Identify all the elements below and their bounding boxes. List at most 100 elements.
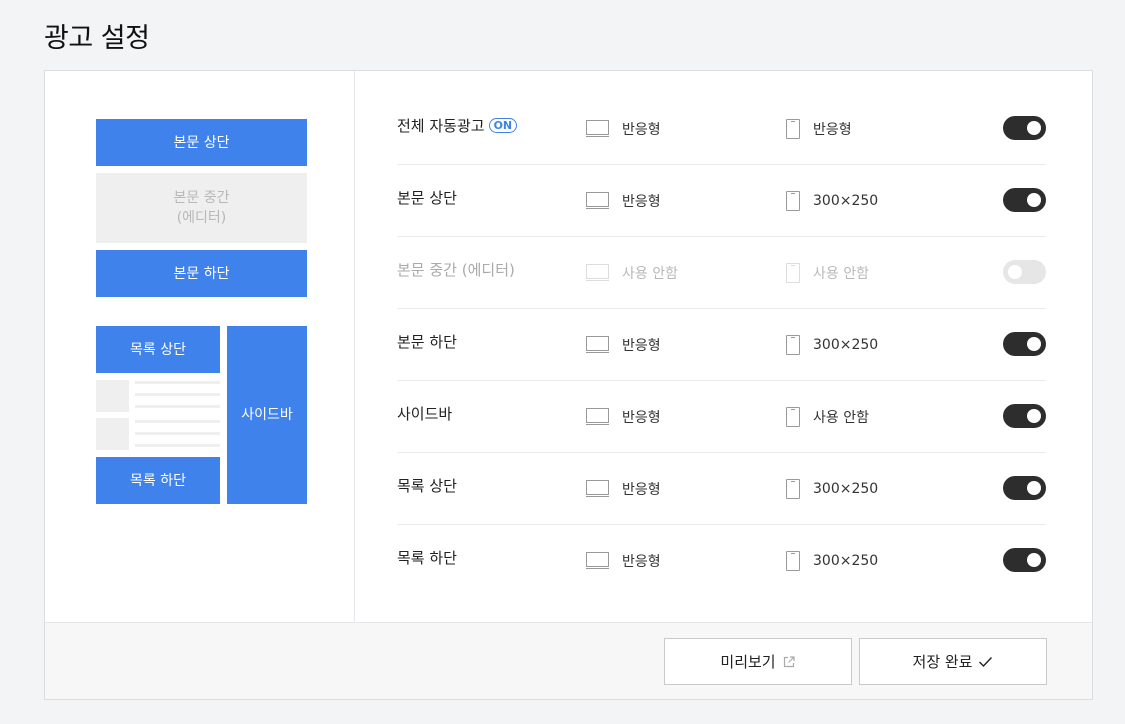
- external-link-icon: [782, 655, 796, 669]
- phone-icon: [786, 335, 800, 355]
- preview-body-bottom[interactable]: 본문 하단: [96, 250, 307, 297]
- monitor-icon: [586, 552, 609, 570]
- pc-option-value: 반응형: [622, 482, 661, 498]
- row-label: 본문 상단: [397, 187, 457, 208]
- pc-option[interactable]: 반응형: [586, 119, 661, 139]
- body-top-toggle[interactable]: [1003, 188, 1046, 212]
- list-placeholder-thumb: [96, 380, 129, 412]
- monitor-icon: [586, 192, 609, 210]
- pc-option-value: 반응형: [622, 554, 661, 570]
- preview-list-bottom-label: 목록 하단: [130, 472, 186, 489]
- check-icon: [978, 656, 993, 668]
- toggle-knob: [1027, 553, 1041, 567]
- row-label-text: 목록 상단: [397, 477, 457, 495]
- mobile-option[interactable]: 사용 안함: [785, 407, 869, 427]
- setting-row-sidebar: 사이드바 반응형 사용 안함: [397, 381, 1046, 453]
- setting-row-body-middle: 본문 중간 (에디터) 사용 안함 사용 안함: [397, 237, 1046, 309]
- row-label: 목록 상단: [397, 475, 457, 496]
- body-middle-toggle[interactable]: [1003, 260, 1046, 284]
- row-label: 사이드바: [397, 403, 452, 424]
- phone-icon: [786, 263, 800, 283]
- ad-settings-panel: 본문 상단 본문 중간 (에디터) 본문 하단 목록 상단 목록 하단 사이드바: [44, 70, 1093, 700]
- preview-body-top[interactable]: 본문 상단: [96, 119, 307, 166]
- toggle-knob: [1027, 121, 1041, 135]
- preview-button-label: 미리보기: [720, 653, 776, 671]
- pc-option-value: 반응형: [622, 122, 661, 138]
- row-label-text: 본문 하단: [397, 333, 457, 351]
- pc-option-value: 반응형: [622, 338, 661, 354]
- mobile-option-value: 사용 안함: [813, 266, 869, 282]
- preview-sidebar[interactable]: 사이드바: [227, 326, 307, 504]
- row-label: 본문 하단: [397, 331, 457, 352]
- list-placeholder-line: [135, 405, 220, 408]
- pc-option[interactable]: 반응형: [586, 191, 661, 211]
- row-label-text: 사이드바: [397, 405, 453, 423]
- list-placeholder-line: [135, 432, 220, 435]
- monitor-icon: [586, 336, 609, 354]
- phone-icon: [786, 479, 800, 499]
- row-label-text: 전체 자동광고: [397, 117, 485, 135]
- auto-ads-toggle[interactable]: [1003, 116, 1046, 140]
- pc-option[interactable]: 반응형: [586, 407, 661, 427]
- preview-list-top[interactable]: 목록 상단: [96, 326, 220, 373]
- preview-list-bottom[interactable]: 목록 하단: [96, 457, 220, 504]
- pc-option[interactable]: 반응형: [586, 479, 661, 499]
- row-label: 전체 자동광고 ON: [397, 115, 518, 136]
- row-label-text: 목록 하단: [397, 549, 457, 567]
- phone-icon: [786, 407, 800, 427]
- monitor-icon: [586, 408, 609, 426]
- panel-footer: 미리보기 저장 완료: [45, 622, 1092, 699]
- mobile-option[interactable]: 300×250: [785, 191, 878, 211]
- preview-body-middle-label: 본문 중간: [173, 190, 230, 206]
- pc-option-value: 반응형: [622, 410, 661, 426]
- row-label-text: 본문 중간 (에디터): [397, 261, 515, 279]
- row-label: 목록 하단: [397, 547, 457, 568]
- row-label: 본문 중간 (에디터): [397, 259, 515, 280]
- preview-body-bottom-label: 본문 하단: [173, 265, 230, 282]
- pc-option[interactable]: 반응형: [586, 551, 661, 571]
- mobile-option-value: 사용 안함: [813, 410, 869, 426]
- phone-icon: [786, 119, 800, 139]
- phone-icon: [786, 551, 800, 571]
- pc-option[interactable]: 사용 안함: [586, 263, 678, 283]
- toggle-knob: [1027, 481, 1041, 495]
- pc-option[interactable]: 반응형: [586, 335, 661, 355]
- monitor-icon: [586, 264, 609, 282]
- setting-row-body-top: 본문 상단 반응형 300×250: [397, 165, 1046, 237]
- mobile-option-value: 300×250: [813, 337, 879, 353]
- sidebar-toggle[interactable]: [1003, 404, 1046, 428]
- mobile-option-value: 300×250: [813, 553, 879, 569]
- mobile-option[interactable]: 300×250: [785, 479, 878, 499]
- save-button-label: 저장 완료: [912, 653, 973, 671]
- mobile-option[interactable]: 300×250: [785, 551, 878, 571]
- list-top-toggle[interactable]: [1003, 476, 1046, 500]
- pc-option-value: 사용 안함: [622, 266, 678, 282]
- preview-body-middle: 본문 중간 (에디터): [96, 173, 307, 243]
- setting-row-auto-ads: 전체 자동광고 ON 반응형 반응형: [397, 93, 1046, 165]
- mobile-option-value: 300×250: [813, 193, 879, 209]
- mobile-option-value: 반응형: [813, 122, 852, 138]
- body-bottom-toggle[interactable]: [1003, 332, 1046, 356]
- toggle-knob: [1027, 337, 1041, 351]
- phone-icon: [786, 191, 800, 211]
- monitor-icon: [586, 480, 609, 498]
- ad-layout-preview: 본문 상단 본문 중간 (에디터) 본문 하단 목록 상단 목록 하단 사이드바: [45, 71, 355, 622]
- mobile-option[interactable]: 300×250: [785, 335, 878, 355]
- ad-settings-list: 전체 자동광고 ON 반응형 반응형 본문 상단 반응형 300×250 본문 …: [397, 93, 1046, 597]
- save-button[interactable]: 저장 완료: [859, 638, 1047, 685]
- preview-list-top-label: 목록 상단: [130, 341, 186, 358]
- list-bottom-toggle[interactable]: [1003, 548, 1046, 572]
- list-placeholder-line: [135, 420, 220, 423]
- preview-button[interactable]: 미리보기: [664, 638, 852, 685]
- list-placeholder-thumb: [96, 418, 129, 450]
- monitor-icon: [586, 120, 609, 138]
- preview-body-top-label: 본문 상단: [173, 134, 230, 151]
- list-placeholder-line: [135, 381, 220, 384]
- preview-sidebar-label: 사이드바: [241, 407, 293, 423]
- list-placeholder-line: [135, 393, 220, 396]
- mobile-option[interactable]: 반응형: [785, 119, 852, 139]
- toggle-knob: [1027, 409, 1041, 423]
- mobile-option[interactable]: 사용 안함: [785, 263, 869, 283]
- row-label-text: 본문 상단: [397, 189, 457, 207]
- list-placeholder-line: [135, 444, 220, 447]
